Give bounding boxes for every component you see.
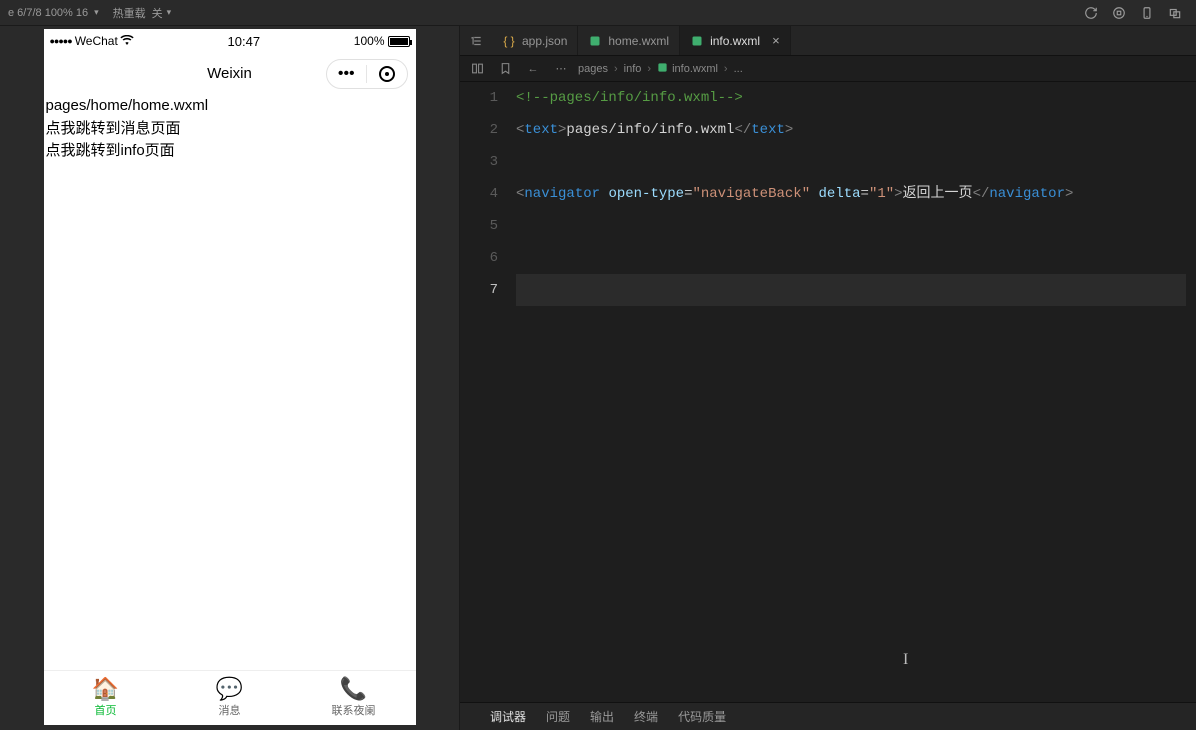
content-link[interactable]: 点我跳转到info页面 [46, 140, 414, 163]
tab-contact[interactable]: 📞 联系夜阑 [292, 671, 416, 725]
code-line[interactable] [516, 210, 1186, 242]
phone-statusbar: ●●●●● WeChat 10:47 100% [44, 29, 416, 53]
panel-tab-debugger[interactable]: 调试器 [490, 708, 526, 725]
editor-tab-label: app.json [522, 34, 567, 48]
carrier-label: WeChat [75, 34, 118, 48]
stop-icon[interactable] [1106, 2, 1132, 24]
more-icon[interactable]: ⋯ [550, 62, 572, 75]
phone-tabbar: 🏠 首页 💬 消息 📞 联系夜阑 [44, 670, 416, 725]
chevron-right-icon: › [724, 63, 728, 75]
editor-pane: { } app.json home.wxml info.wxml × [460, 26, 1196, 730]
menu-dots-icon[interactable]: ••• [327, 65, 367, 83]
editor-tab-label: home.wxml [608, 34, 669, 48]
editor-tab[interactable]: home.wxml [578, 26, 680, 55]
close-icon[interactable]: × [772, 33, 780, 48]
wxml-icon [690, 34, 704, 48]
line-gutter: 1 2 3 4 5 6 7 [460, 82, 516, 702]
chevron-down-icon[interactable]: ▾ [167, 7, 172, 18]
text-cursor-icon: I [903, 651, 908, 669]
breadcrumb-item[interactable]: info [624, 63, 642, 75]
chevron-down-icon[interactable]: ▾ [94, 7, 99, 18]
editor-tab-label: info.wxml [710, 34, 760, 48]
device-icon[interactable] [1134, 2, 1160, 24]
code-line[interactable] [516, 274, 1186, 306]
breadcrumb-row: ← ⋯ pages › info › info.wxml › ... [460, 56, 1196, 82]
phone-navbar: Weixin ••• [44, 53, 416, 93]
device-selector[interactable]: e 6/7/8 100% 16 [8, 7, 88, 19]
breadcrumb-item[interactable]: ... [734, 63, 743, 75]
target-icon[interactable] [367, 66, 407, 82]
panel-tab-quality[interactable]: 代码质量 [678, 708, 726, 725]
wxml-icon [657, 62, 668, 76]
detach-icon[interactable] [1162, 2, 1188, 24]
code-line[interactable]: <text>pages/info/info.wxml</text> [516, 114, 1186, 146]
arrow-left-icon[interactable]: ← [522, 63, 544, 75]
signal-icon: ●●●●● [50, 36, 72, 46]
tab-label: 首页 [95, 702, 117, 718]
home-icon: 🏠 [92, 678, 119, 700]
close-label[interactable]: 关 [152, 5, 163, 21]
breadcrumb-item[interactable]: info.wxml [657, 62, 718, 76]
page-title: Weixin [207, 65, 252, 82]
tab-label: 联系夜阑 [332, 702, 376, 718]
code-line[interactable] [516, 242, 1186, 274]
code-line[interactable] [516, 146, 1186, 178]
editor-tab[interactable]: info.wxml × [680, 26, 791, 55]
refresh-icon[interactable] [1078, 2, 1104, 24]
phone-icon: 📞 [340, 678, 367, 700]
tab-home[interactable]: 🏠 首页 [44, 671, 168, 725]
compare-icon[interactable] [466, 62, 488, 75]
panel-tab-output[interactable]: 输出 [590, 708, 614, 725]
panel-tab-problems[interactable]: 问题 [546, 708, 570, 725]
chevron-right-icon: › [614, 63, 618, 75]
editor-tabs-row: { } app.json home.wxml info.wxml × [460, 26, 1196, 56]
capsule-menu[interactable]: ••• [326, 59, 408, 89]
tab-messages[interactable]: 💬 消息 [168, 671, 292, 725]
battery-pct: 100% [354, 34, 385, 48]
bottom-panel: 调试器 问题 输出 终端 代码质量 [460, 702, 1196, 730]
phone-content: pages/home/home.wxml 点我跳转到消息页面 点我跳转到info… [44, 93, 416, 670]
code-lines[interactable]: <!--pages/info/info.wxml--> <text>pages/… [516, 82, 1196, 702]
wifi-icon [120, 34, 134, 48]
editor-tab[interactable]: { } app.json [492, 26, 578, 55]
content-link[interactable]: 点我跳转到消息页面 [46, 118, 414, 141]
code-editor[interactable]: 1 2 3 4 5 6 7 <!--pages/info/info.wxml--… [460, 82, 1196, 702]
battery-icon [388, 36, 410, 47]
top-toolbar: e 6/7/8 100% 16 ▾ 热重载 关 ▾ [0, 0, 1196, 26]
open-editors-icon[interactable] [460, 26, 492, 55]
clock-label: 10:47 [134, 34, 354, 49]
phone-frame: ●●●●● WeChat 10:47 100% Weixin ••• pages… [44, 29, 416, 725]
json-icon: { } [502, 34, 516, 48]
content-line: pages/home/home.wxml [46, 95, 414, 118]
tab-label: 消息 [219, 702, 241, 718]
hot-reload-label[interactable]: 热重载 [113, 5, 146, 21]
message-icon: 💬 [216, 678, 243, 700]
code-line[interactable]: <navigator open-type="navigateBack" delt… [516, 178, 1186, 210]
panel-tab-terminal[interactable]: 终端 [634, 708, 658, 725]
breadcrumb-item[interactable]: pages [578, 63, 608, 75]
code-line[interactable]: <!--pages/info/info.wxml--> [516, 82, 1186, 114]
chevron-right-icon: › [647, 63, 651, 75]
wxml-icon [588, 34, 602, 48]
bookmark-icon[interactable] [494, 62, 516, 75]
simulator-pane: ●●●●● WeChat 10:47 100% Weixin ••• pages… [0, 26, 460, 730]
